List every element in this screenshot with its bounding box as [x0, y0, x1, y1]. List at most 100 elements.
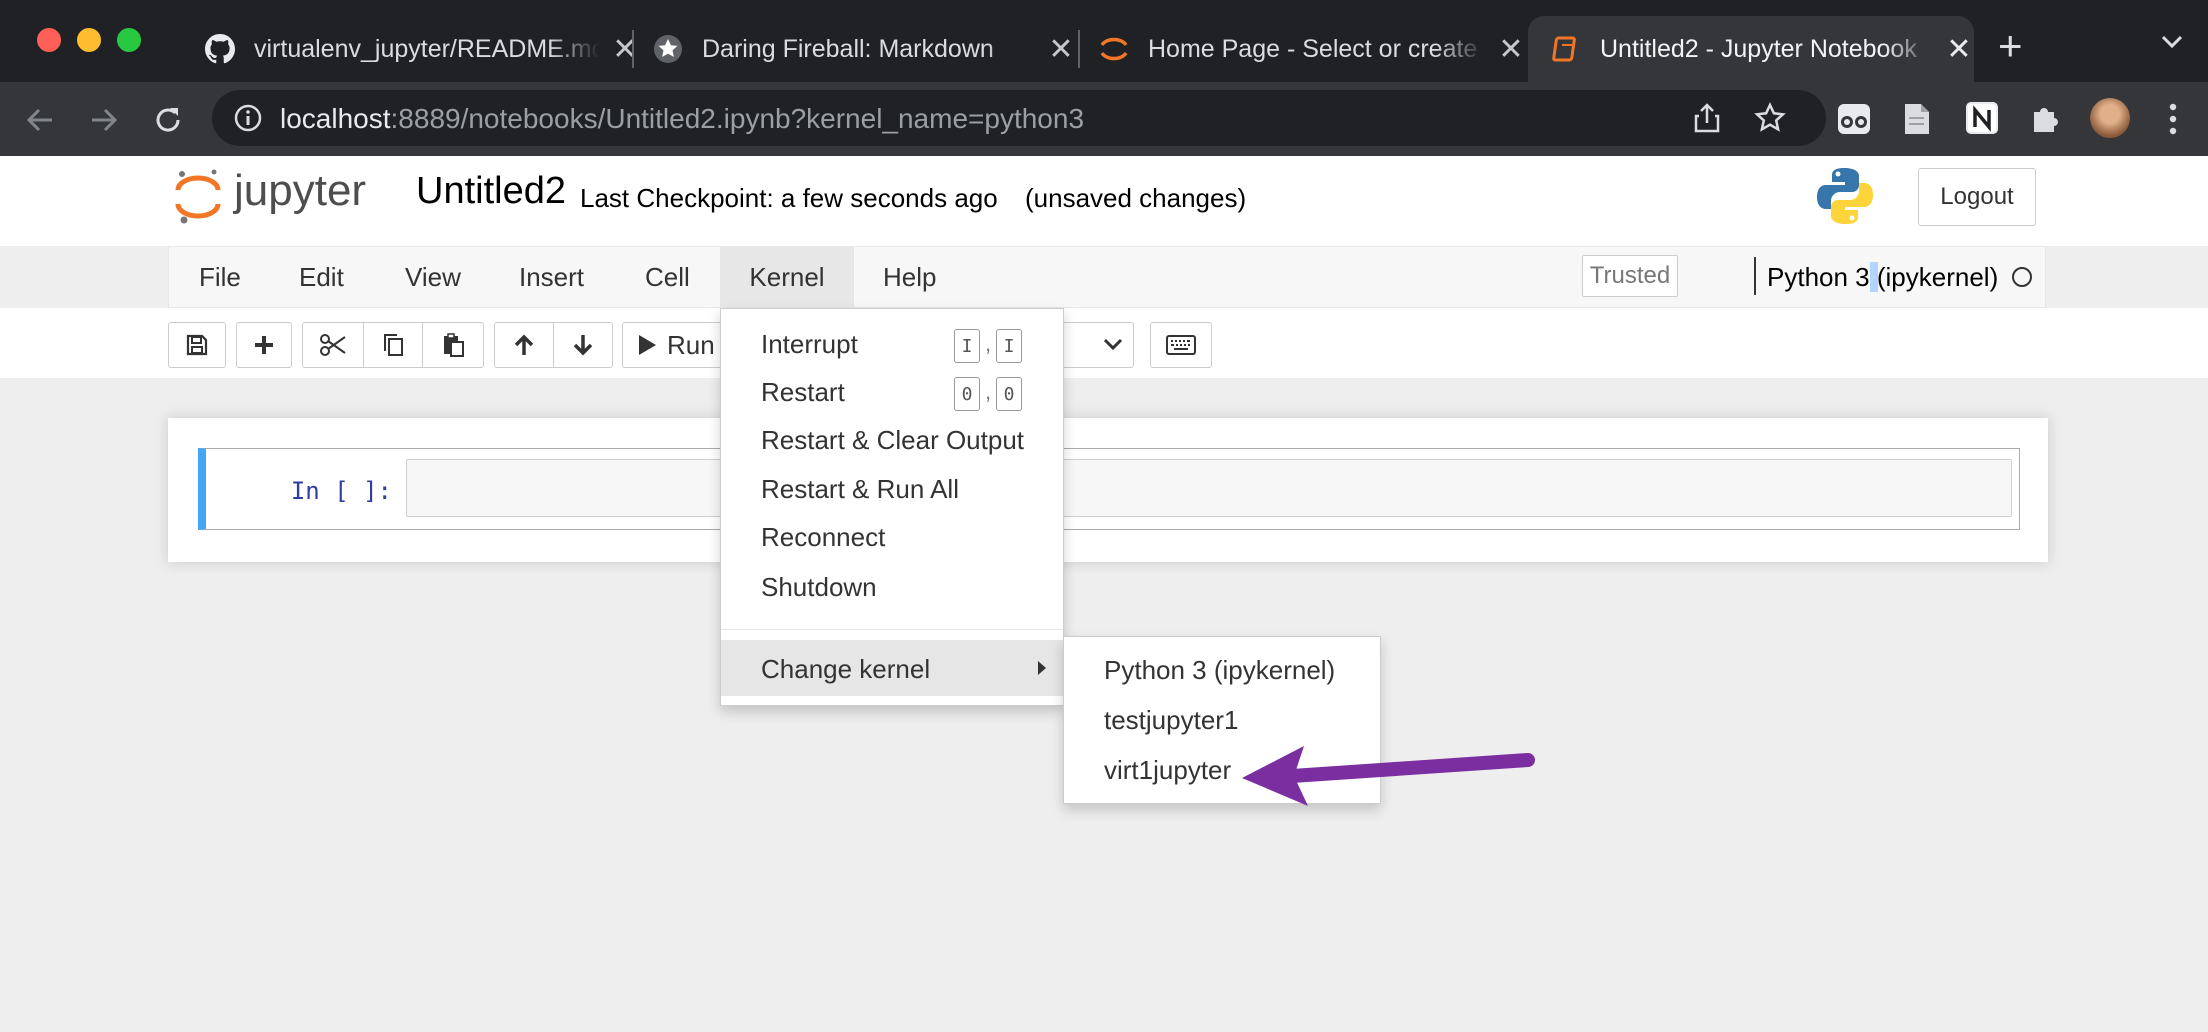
- menu-edit[interactable]: Edit: [299, 247, 344, 307]
- site-info-icon[interactable]: [234, 104, 262, 137]
- paste-button[interactable]: [422, 322, 484, 368]
- extensions-puzzle-icon[interactable]: [2028, 100, 2064, 141]
- copy-icon: [384, 334, 403, 356]
- move-down-button[interactable]: [553, 322, 613, 368]
- kernel-menu-dropdown: Interrupt I , I Restart 0 , 0 Restart & …: [720, 308, 1064, 706]
- notebook-container: In [ ]:: [168, 418, 2048, 562]
- menu-insert[interactable]: Insert: [519, 247, 584, 307]
- menu-item-restart[interactable]: Restart: [761, 377, 845, 408]
- arrow-down-icon: [573, 335, 593, 356]
- minimize-window-button[interactable]: [77, 28, 101, 52]
- browser-tab-jupyter-home[interactable]: Home Page - Select or create a notebook …: [1088, 16, 1526, 82]
- kernel-name-indicator[interactable]: Python 3 (ipykernel): [1767, 247, 1999, 307]
- tab-title: Untitled2 - Jupyter Notebook: [1600, 34, 1917, 63]
- tab-divider: [1078, 30, 1080, 68]
- menu-view[interactable]: View: [405, 247, 461, 307]
- input-prompt: In [ ]:: [290, 477, 392, 505]
- share-icon[interactable]: [1692, 102, 1722, 139]
- plus-icon: [255, 336, 273, 354]
- browser-tab-bar: virtualenv_jupyter/README.md ✕ Daring Fi…: [0, 0, 2208, 82]
- notebook-name[interactable]: Untitled2: [416, 170, 566, 213]
- jupyter-logo-icon[interactable]: [174, 166, 222, 224]
- browser-tab-github[interactable]: virtualenv_jupyter/README.md ✕: [190, 16, 640, 82]
- tab-title: Home Page - Select or create a notebook: [1148, 34, 1486, 63]
- insert-cell-button[interactable]: [236, 322, 292, 368]
- menu-cell[interactable]: Cell: [645, 247, 690, 307]
- close-window-button[interactable]: [37, 28, 61, 52]
- notebook-icon: [1550, 33, 1582, 65]
- shortcut-key: I: [996, 329, 1022, 363]
- menu-item-shutdown[interactable]: Shutdown: [761, 572, 877, 603]
- tab-title: Daring Fireball: Markdown: [702, 34, 994, 63]
- logout-button[interactable]: Logout: [1918, 168, 2036, 226]
- notion-icon[interactable]: [1964, 100, 2000, 141]
- jupyter-logo-text[interactable]: jupyter: [234, 166, 366, 216]
- reload-icon[interactable]: [148, 100, 188, 140]
- run-button[interactable]: Run: [622, 322, 732, 368]
- kernel-name-suffix: (ipykernel): [1869, 262, 1999, 292]
- extension-document-icon[interactable]: [1902, 102, 1932, 141]
- menu-divider: [721, 629, 1063, 630]
- kernel-option-python3[interactable]: Python 3 (ipykernel): [1104, 655, 1335, 686]
- menu-item-restart-run-all[interactable]: Restart & Run All: [761, 474, 959, 505]
- browser-tab-untitled2[interactable]: Untitled2 - Jupyter Notebook ✕: [1528, 16, 1974, 82]
- tab-search-chevron-icon[interactable]: [2160, 34, 2184, 55]
- keyboard-icon: [1166, 335, 1196, 355]
- extension-glasses-icon[interactable]: [1836, 102, 1872, 141]
- unsaved-indicator: (unsaved changes): [1025, 183, 1247, 213]
- tab-title: virtualenv_jupyter/README.md: [254, 34, 600, 63]
- cell-input[interactable]: [406, 459, 2012, 517]
- run-label: Run: [667, 329, 715, 360]
- shortcut-key: 0: [996, 377, 1022, 411]
- close-tab-icon[interactable]: ✕: [1046, 32, 1076, 67]
- maximize-window-button[interactable]: [117, 28, 141, 52]
- code-cell[interactable]: In [ ]:: [198, 448, 2020, 530]
- menu-help[interactable]: Help: [883, 247, 936, 307]
- address-bar[interactable]: localhost:8889/notebooks/Untitled2.ipynb…: [212, 90, 1826, 146]
- menu-item-label: Restart: [761, 377, 845, 407]
- more-menu-icon[interactable]: [2166, 102, 2180, 141]
- menu-item-reconnect[interactable]: Reconnect: [761, 522, 885, 553]
- shortcut-key: I: [954, 329, 980, 363]
- bookmark-star-icon[interactable]: [1754, 102, 1786, 139]
- tab-divider: [632, 30, 634, 68]
- new-tab-button[interactable]: +: [1998, 22, 2023, 70]
- menu-item-restart-clear-output[interactable]: Restart & Clear Output: [761, 425, 1024, 456]
- save-button[interactable]: [168, 322, 226, 368]
- forward-arrow-icon[interactable]: [84, 100, 124, 140]
- arrow-up-icon: [514, 334, 534, 355]
- profile-avatar[interactable]: [2090, 98, 2130, 138]
- menu-kernel[interactable]: Kernel: [720, 247, 854, 307]
- star-icon: [652, 33, 684, 65]
- kernel-option-testjupyter1[interactable]: testjupyter1: [1104, 705, 1238, 736]
- url-host: localhost: [280, 103, 391, 134]
- cell-type-select[interactable]: [1064, 322, 1134, 368]
- notebook-menubar: File Edit View Insert Cell Kernel Help T…: [168, 246, 2046, 308]
- annotation-arrow-icon: [1242, 746, 1535, 806]
- save-icon: [186, 334, 208, 356]
- menu-item-interrupt[interactable]: Interrupt: [761, 329, 858, 360]
- kernel-idle-icon: [2012, 267, 2032, 287]
- move-up-button[interactable]: [494, 322, 554, 368]
- browser-tab-daring-fireball[interactable]: Daring Fireball: Markdown ✕: [640, 16, 1076, 82]
- menu-file[interactable]: File: [199, 247, 241, 307]
- interrupt-shortcut: I , I: [954, 329, 1034, 363]
- close-tab-icon[interactable]: ✕: [1944, 32, 1974, 67]
- kernel-option-virt1jupyter[interactable]: virt1jupyter: [1104, 755, 1231, 786]
- command-palette-button[interactable]: [1150, 322, 1212, 368]
- kernel-name-main: Python 3: [1767, 262, 1870, 292]
- jupyter-icon: [1098, 33, 1130, 65]
- back-arrow-icon[interactable]: [20, 100, 60, 140]
- shortcut-separator: ,: [985, 331, 992, 356]
- checkpoint-status: Last Checkpoint: a few seconds ago: [580, 183, 998, 213]
- close-tab-icon[interactable]: ✕: [1496, 32, 1526, 67]
- python-logo-icon: [1816, 166, 1874, 231]
- trusted-indicator[interactable]: Trusted: [1582, 255, 1678, 297]
- copy-button[interactable]: [363, 322, 423, 368]
- jupyter-header: jupyter Untitled2 Last Checkpoint: a few…: [0, 156, 2208, 246]
- close-tab-icon[interactable]: ✕: [610, 32, 640, 67]
- shortcut-key: 0: [954, 377, 980, 411]
- cut-button[interactable]: [302, 322, 364, 368]
- scissors-icon: [320, 334, 346, 356]
- menu-item-change-kernel[interactable]: Change kernel: [721, 640, 1063, 696]
